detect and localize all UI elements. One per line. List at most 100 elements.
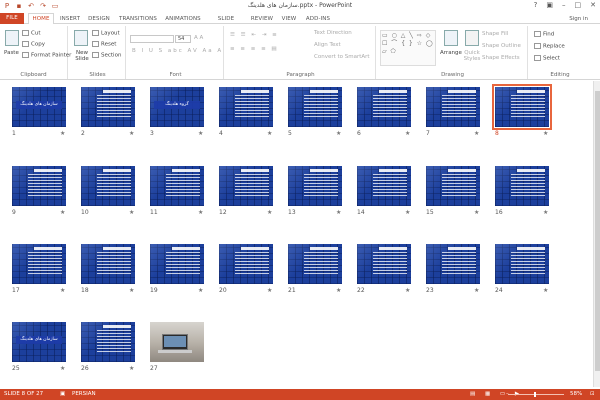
transition-star-icon[interactable]: ★ xyxy=(129,287,134,294)
transition-star-icon[interactable]: ★ xyxy=(474,130,479,137)
font-grow-icon[interactable]: A A xyxy=(194,35,203,41)
font-size-box[interactable]: 54 xyxy=(175,35,191,43)
layout-button[interactable]: Layout xyxy=(92,30,120,37)
slide-thumbnail[interactable] xyxy=(357,166,411,206)
transition-star-icon[interactable]: ★ xyxy=(336,130,341,137)
align-buttons[interactable]: ≡ ≡ ≡ ≡ ▤ xyxy=(230,46,279,52)
transition-star-icon[interactable]: ★ xyxy=(129,209,134,216)
transition-star-icon[interactable]: ★ xyxy=(543,287,548,294)
transition-star-icon[interactable]: ★ xyxy=(405,287,410,294)
slide-thumbnail[interactable] xyxy=(288,166,342,206)
list-buttons[interactable]: ☰ ☰ ⇤ ⇥ ≡ xyxy=(230,32,279,38)
slide-thumbnail[interactable] xyxy=(12,166,66,206)
slide-thumbnail[interactable] xyxy=(426,87,480,127)
tab-review[interactable]: REVIEW xyxy=(249,14,275,24)
shape-effects-button[interactable]: Shape Effects xyxy=(482,55,520,61)
transition-star-icon[interactable]: ★ xyxy=(336,287,341,294)
tab-insert[interactable]: INSERT xyxy=(58,14,82,24)
slide-thumbnail[interactable] xyxy=(426,244,480,284)
slide-thumbnail[interactable] xyxy=(150,322,204,362)
new-slide-icon[interactable] xyxy=(74,30,88,46)
minimize-icon[interactable]: – xyxy=(562,1,566,9)
tab-home[interactable]: HOME xyxy=(28,13,54,24)
slide-thumbnail[interactable] xyxy=(81,244,135,284)
transition-star-icon[interactable]: ★ xyxy=(198,209,203,216)
transition-star-icon[interactable]: ★ xyxy=(129,365,134,372)
zoom-slider-knob[interactable] xyxy=(534,392,536,397)
zoom-level[interactable]: 58% xyxy=(570,389,582,400)
tab-slide-show[interactable]: SLIDE SHOW xyxy=(208,14,244,32)
tab-view[interactable]: VIEW xyxy=(279,14,299,24)
transition-star-icon[interactable]: ★ xyxy=(198,130,203,137)
slide-thumbnail[interactable] xyxy=(426,166,480,206)
text-direction-button[interactable]: Text Direction xyxy=(314,30,352,36)
slide-thumbnail[interactable] xyxy=(492,84,552,130)
slide-thumbnail[interactable] xyxy=(12,244,66,284)
slide-thumbnail[interactable] xyxy=(150,166,204,206)
slide-thumbnail[interactable] xyxy=(495,166,549,206)
transition-star-icon[interactable]: ★ xyxy=(543,209,548,216)
tab-file[interactable]: FILE xyxy=(0,13,24,24)
transition-star-icon[interactable]: ★ xyxy=(267,287,272,294)
transition-star-icon[interactable]: ★ xyxy=(474,209,479,216)
vertical-scrollbar[interactable] xyxy=(593,81,600,387)
sign-in-link[interactable]: Sign in xyxy=(569,16,588,22)
paste-icon[interactable] xyxy=(5,30,19,46)
slide-thumbnail[interactable] xyxy=(219,166,273,206)
quick-styles-icon[interactable] xyxy=(465,30,479,46)
format-painter-button[interactable]: Format Painter xyxy=(22,52,71,59)
transition-star-icon[interactable]: ★ xyxy=(267,130,272,137)
slide-thumbnail[interactable] xyxy=(288,87,342,127)
slide-thumbnail[interactable] xyxy=(357,87,411,127)
transition-star-icon[interactable]: ★ xyxy=(60,287,65,294)
transition-star-icon[interactable]: ★ xyxy=(60,130,65,137)
spellcheck-icon[interactable]: ▣ xyxy=(60,389,65,400)
slide-thumbnail[interactable] xyxy=(150,244,204,284)
slide-thumbnail[interactable]: گروه هلدینگ xyxy=(150,87,204,127)
ribbon-display-icon[interactable]: ▣ xyxy=(546,1,553,9)
quick-styles-button[interactable]: Quick Styles xyxy=(462,50,482,62)
close-icon[interactable]: ✕ xyxy=(590,1,596,9)
language-indicator[interactable]: PERSIAN xyxy=(72,389,96,400)
slide-thumbnail[interactable] xyxy=(219,87,273,127)
slide-thumbnail[interactable] xyxy=(219,244,273,284)
cut-button[interactable]: Cut xyxy=(22,30,40,37)
transition-star-icon[interactable]: ★ xyxy=(267,209,272,216)
tab-animations[interactable]: ANIMATIONS xyxy=(163,14,203,24)
section-button[interactable]: Section xyxy=(92,52,121,59)
zoom-slider[interactable] xyxy=(508,394,564,395)
replace-button[interactable]: Replace xyxy=(534,43,565,50)
help-icon[interactable]: ? xyxy=(534,1,538,9)
scroll-thumb[interactable] xyxy=(595,91,600,371)
slide-thumbnail[interactable] xyxy=(81,87,135,127)
arrange-icon[interactable] xyxy=(444,30,458,46)
font-name-box[interactable] xyxy=(130,35,174,43)
select-button[interactable]: Select xyxy=(534,55,560,62)
transition-star-icon[interactable]: ★ xyxy=(405,130,410,137)
reset-button[interactable]: Reset xyxy=(92,41,116,48)
shape-fill-button[interactable]: Shape Fill xyxy=(482,31,508,37)
slide-thumbnail[interactable]: سازمان های هلدینگ xyxy=(12,87,66,127)
transition-star-icon[interactable]: ★ xyxy=(474,287,479,294)
paste-button[interactable]: Paste xyxy=(4,50,19,56)
arrange-button[interactable]: Arrange xyxy=(440,50,462,56)
transition-star-icon[interactable]: ★ xyxy=(336,209,341,216)
transition-star-icon[interactable]: ★ xyxy=(543,130,548,137)
convert-smartart-button[interactable]: Convert to SmartArt xyxy=(314,54,370,60)
slide-thumbnail[interactable] xyxy=(81,166,135,206)
transition-star-icon[interactable]: ★ xyxy=(405,209,410,216)
transition-star-icon[interactable]: ★ xyxy=(60,365,65,372)
fit-slide-icon[interactable]: ⊡ xyxy=(590,389,595,400)
slide-thumbnail[interactable] xyxy=(288,244,342,284)
tab-design[interactable]: DESIGN xyxy=(86,14,112,24)
shape-outline-button[interactable]: Shape Outline xyxy=(482,43,521,49)
shapes-gallery[interactable]: ▭ ○ △ ╲ ⇨ ◇ ☐ ⌒ { } ☆ ◯ ▱ ⬠ xyxy=(380,30,436,66)
copy-button[interactable]: Copy xyxy=(22,41,45,48)
slide-thumbnail[interactable] xyxy=(81,322,135,362)
new-slide-button[interactable]: New Slide xyxy=(73,50,91,62)
tab-transitions[interactable]: TRANSITIONS xyxy=(117,14,159,24)
transition-star-icon[interactable]: ★ xyxy=(198,287,203,294)
align-text-button[interactable]: Align Text xyxy=(314,42,341,48)
tab-add-ins[interactable]: ADD-INS xyxy=(303,14,333,24)
maximize-icon[interactable]: □ xyxy=(575,1,582,9)
